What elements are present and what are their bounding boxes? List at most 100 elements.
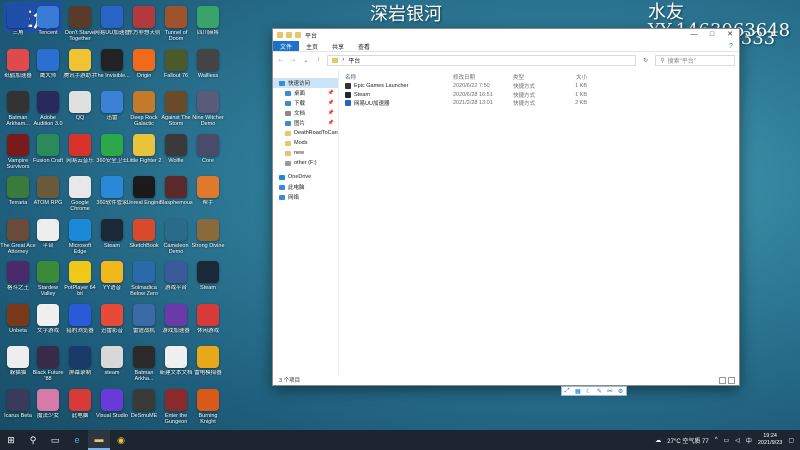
desktop-icon[interactable]: 360软件管家 — [96, 176, 128, 206]
desktop-icon[interactable]: 腾讯手游助手 — [63, 48, 97, 79]
desktop-icon[interactable]: Steam — [96, 218, 128, 249]
nav-item[interactable]: new — [273, 148, 338, 158]
floating-toolbar[interactable]: ⤢ ▦ ☾ ✎ ⚯ ⚙ — [561, 386, 627, 396]
input-method-icon[interactable]: 中 — [746, 436, 752, 445]
desktop-icon[interactable]: Deep Rock Galactic — [128, 91, 160, 127]
back-arrow-icon[interactable]: ← — [277, 57, 285, 63]
desktop-icon[interactable]: 迅雷 — [96, 91, 128, 121]
column-header-size[interactable]: 大小 — [563, 73, 587, 81]
close-button[interactable]: ✕ — [721, 29, 739, 41]
desktop-icon[interactable]: Fusion Craft — [32, 133, 64, 164]
start-button[interactable]: ⊞ — [0, 430, 22, 450]
refresh-icon[interactable]: ↻ — [641, 57, 650, 64]
nav-item[interactable]: 下载 📌 — [273, 98, 338, 108]
volume-icon[interactable]: ◁ — [735, 437, 740, 444]
expand-icon[interactable]: ⤢ — [565, 388, 570, 395]
edge-icon[interactable]: e — [66, 430, 88, 450]
desktop-icon[interactable]: 游戏加速器 — [160, 303, 192, 334]
grid-icon[interactable]: ▦ — [575, 388, 581, 395]
desktop-icon[interactable]: Steam — [192, 261, 224, 291]
desktop-icon[interactable]: 东方非想天则 — [127, 6, 161, 36]
desktop-icon[interactable]: Little Fighter 2 — [127, 133, 161, 164]
desktop-icon[interactable]: YY语音 — [96, 261, 128, 291]
desktop-icon[interactable]: PotPlayer 64 bit — [64, 261, 96, 297]
desktop-icon[interactable]: 迅雷影音 — [96, 303, 128, 334]
weather-text[interactable]: 27°C 空气质 77 — [667, 436, 708, 445]
desktop-icon[interactable]: 雷电模拟器 — [192, 346, 224, 376]
desktop-icon[interactable]: Adobe Audition 3.0 — [32, 91, 64, 127]
desktop-icon[interactable]: Unreal Engine — [127, 176, 161, 206]
nav-item[interactable]: 桌面 📌 — [273, 88, 338, 98]
help-icon[interactable]: ? — [723, 41, 739, 51]
network-icon[interactable]: ▭ — [724, 437, 730, 444]
up-arrow-icon[interactable]: ↑ — [315, 57, 323, 63]
desktop-icon[interactable]: 此电脑 — [64, 388, 96, 419]
tray-chevron-icon[interactable]: ^ — [715, 437, 718, 443]
desktop-icon[interactable]: Tunnel of Doom — [160, 6, 192, 42]
forward-arrow-icon[interactable]: → — [290, 57, 298, 63]
desktop-icon[interactable]: The Great Ace Attorney — [0, 218, 36, 255]
desktop-icon[interactable]: Batman Arkha... — [128, 346, 160, 382]
breadcrumb-current[interactable]: 平台 — [348, 56, 360, 65]
desktop-icon[interactable]: Microsoft Edge — [64, 218, 96, 255]
desktop-icon[interactable]: Vampire Survivors — [2, 133, 34, 170]
desktop-icon[interactable]: Fallout 76 — [160, 48, 192, 79]
desktop-icon[interactable]: Nine Witcher Demo — [192, 91, 224, 127]
desktop-icon[interactable]: Core — [192, 133, 224, 164]
desktop-icon[interactable]: Don't Starve Together — [64, 6, 96, 42]
desktop-icon[interactable]: Cameleon Demo — [160, 218, 192, 255]
desktop-icon[interactable]: 鹰大师 — [32, 48, 64, 79]
desktop-icon[interactable]: 屏幕录制 — [64, 346, 96, 376]
tab-share[interactable]: 共享 — [325, 41, 351, 51]
column-header-date[interactable]: 修改日期 — [453, 73, 513, 81]
draw-icon[interactable]: ✎ — [597, 388, 602, 395]
desktop-icon[interactable]: DeSmuME — [128, 388, 160, 419]
desktop-icon[interactable]: The Invisible... — [94, 48, 130, 79]
desktop-icon[interactable]: Origin — [128, 48, 160, 79]
weather-icon[interactable]: ☁ — [655, 437, 661, 444]
desktop-icon[interactable]: Enter the Gungeon — [160, 388, 192, 425]
desktop-icon[interactable]: Visual Studio — [96, 388, 128, 419]
desktop-icon[interactable]: Burning Knight — [192, 388, 224, 425]
nav-item[interactable]: 此电脑 — [273, 182, 338, 192]
navigation-pane[interactable]: 快速访问 桌面 📌 下载 📌 文档 📌 图片 📌 DeathRoadToCan Mods new oth… — [273, 70, 339, 375]
address-bar[interactable]: › 平台 — [327, 54, 636, 66]
desktop-icon[interactable]: 猎豹浏览器 — [64, 303, 96, 334]
desktop-icon[interactable]: SketchBook — [128, 218, 160, 249]
clock[interactable]: 19:24 2021/9/23 — [758, 433, 782, 447]
search-input[interactable]: ⚲ 搜索"平台" — [655, 54, 735, 66]
nav-item[interactable]: 图片 📌 — [273, 118, 338, 128]
window-titlebar[interactable]: 平台 — □ ✕ — [273, 29, 739, 41]
desktop-icon[interactable]: Stardew Valley — [32, 261, 64, 297]
settings-icon[interactable]: ⚙ — [618, 388, 623, 395]
nav-item[interactable]: 快速访问 — [273, 78, 338, 88]
desktop-icon[interactable]: 文字游戏 — [32, 303, 64, 334]
desktop-icon[interactable]: 网易云音乐 — [64, 133, 96, 164]
tab-view[interactable]: 查看 — [351, 41, 377, 51]
desktop-icon[interactable]: 游戏平台 — [160, 261, 192, 291]
desktop-icon[interactable]: 四川麻将 — [192, 6, 224, 36]
moon-icon[interactable]: ☾ — [586, 388, 591, 395]
file-explorer-icon[interactable]: ▬ — [88, 430, 110, 450]
file-row[interactable]: Steam 2020/6/28 16:51 快捷方式 1 KB — [345, 91, 739, 100]
maximize-button[interactable]: □ — [703, 29, 721, 41]
desktop-icon[interactable]: ATOM RPG — [32, 176, 64, 206]
file-list[interactable]: 名称 修改日期 类型 大小 Epic Games Launcher 2020/6/… — [339, 70, 739, 375]
column-header-type[interactable]: 类型 — [513, 73, 563, 81]
desktop-icon[interactable]: Wolfie — [160, 133, 192, 164]
nav-item[interactable]: other (F:) — [273, 158, 338, 168]
desktop-icon[interactable]: Blasphemous — [159, 176, 193, 206]
nav-item[interactable]: 文档 📌 — [273, 108, 338, 118]
tab-home[interactable]: 主页 — [299, 41, 325, 51]
details-view-icon[interactable] — [719, 376, 726, 384]
nav-item[interactable]: OneDrive — [273, 172, 338, 182]
file-explorer-window[interactable]: 平台 — □ ✕ 文件 主页 共享 查看 ? ← → ⌄ ↑ › 平台 ↻ ⚲ … — [272, 28, 740, 386]
task-view-icon[interactable]: ▭ — [44, 430, 66, 450]
desktop-icon[interactable]: steam — [96, 346, 128, 376]
desktop-icon[interactable]: 帮手 — [192, 176, 224, 206]
column-header-name[interactable]: 名称 — [345, 73, 453, 81]
desktop-icon[interactable]: Black Future '88 — [32, 346, 64, 382]
desktop-icon[interactable]: 雷霆战机 — [128, 303, 160, 334]
minimize-button[interactable]: — — [685, 29, 703, 41]
notification-icon[interactable]: ▢ — [788, 437, 794, 444]
